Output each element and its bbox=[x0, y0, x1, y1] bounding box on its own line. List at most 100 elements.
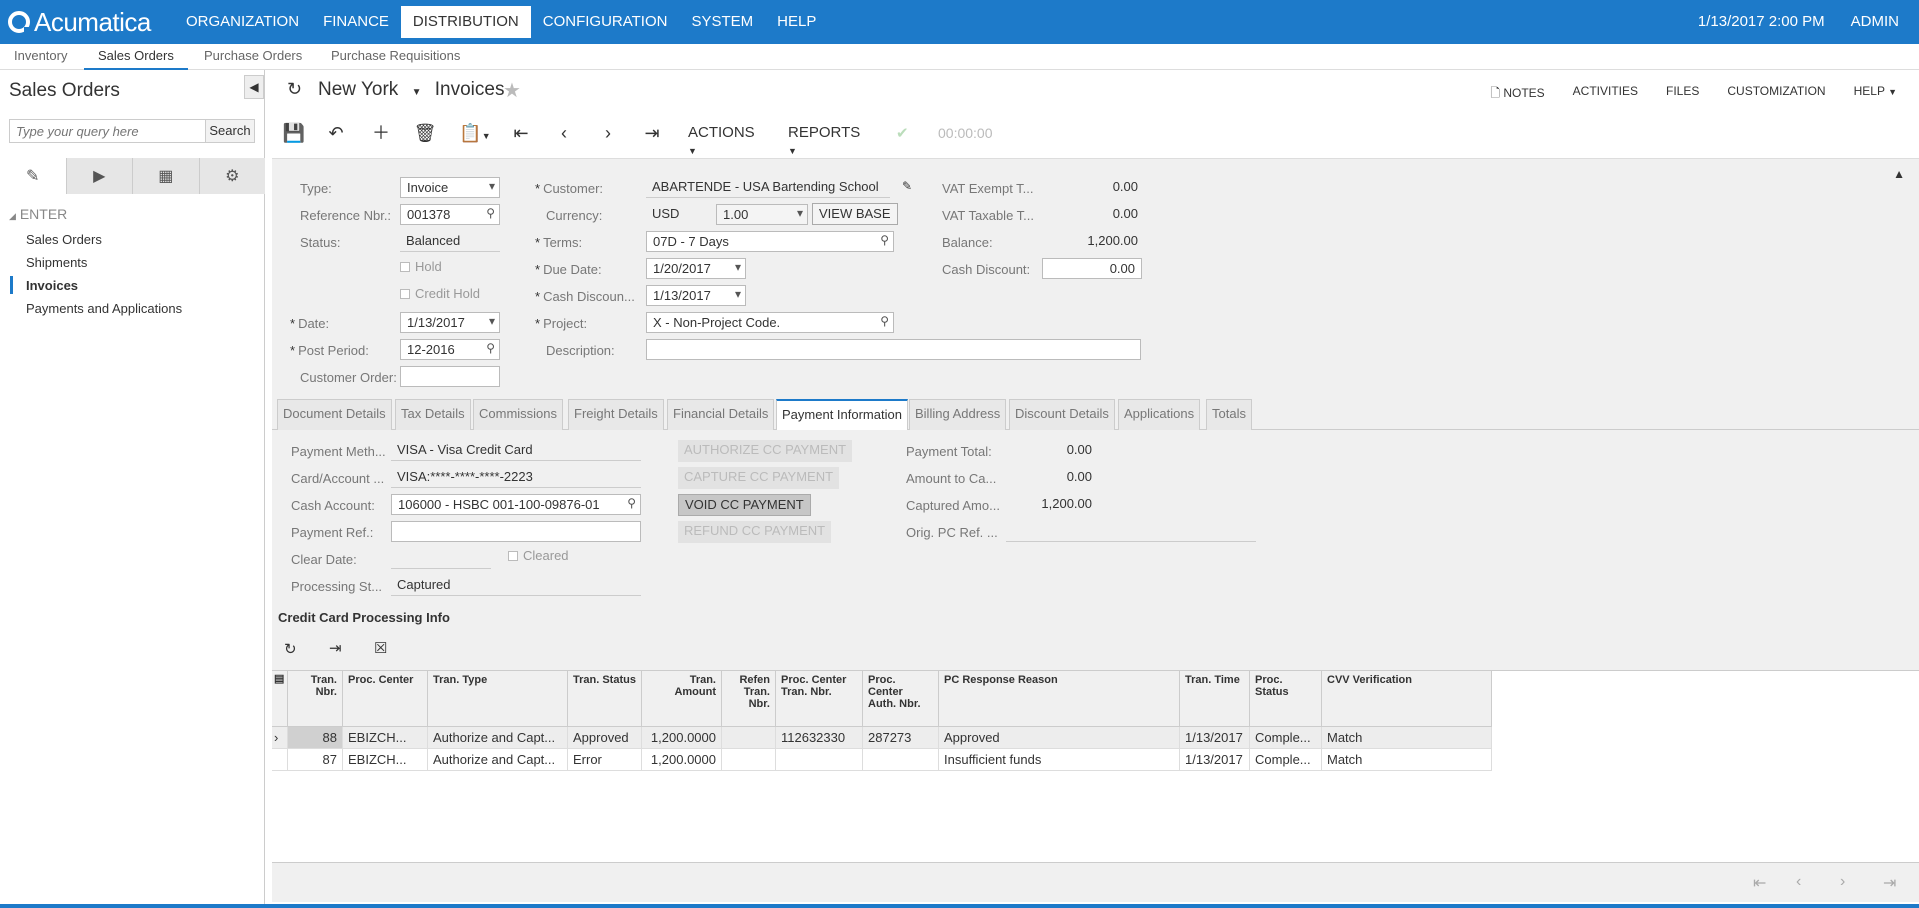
col-tran-amount[interactable]: Tran. Amount bbox=[642, 671, 722, 727]
tab-document-details[interactable]: Document Details bbox=[277, 399, 392, 430]
col-proc-center-auth-nbr[interactable]: Proc. Center Auth. Nbr. bbox=[863, 671, 939, 727]
previous-page-icon[interactable]: ‹ bbox=[1796, 873, 1801, 891]
add-icon[interactable]: ＋ bbox=[369, 120, 393, 146]
menu-distribution[interactable]: DISTRIBUTION bbox=[400, 6, 531, 38]
play-icon[interactable]: ▶ bbox=[65, 158, 132, 194]
actions-menu[interactable]: ACTIONS ▼ bbox=[688, 124, 755, 158]
tab-totals[interactable]: Totals bbox=[1206, 399, 1252, 430]
refund-cc-payment-button[interactable]: REFUND CC PAYMENT bbox=[678, 521, 832, 543]
table-cell[interactable]: Authorize and Capt... bbox=[428, 727, 568, 749]
table-cell[interactable]: Comple... bbox=[1250, 727, 1322, 749]
table-cell[interactable]: Approved bbox=[939, 727, 1180, 749]
table-cell[interactable]: 1,200.0000 bbox=[642, 749, 722, 771]
sidebar-item-shipments[interactable]: Shipments bbox=[26, 255, 87, 270]
col-proc-center[interactable]: Proc. Center bbox=[343, 671, 428, 727]
collapse-sidebar-icon[interactable]: ◀ bbox=[244, 75, 264, 99]
refresh-icon[interactable]: ↻ bbox=[287, 79, 302, 100]
credit-hold-checkbox[interactable]: Credit Hold bbox=[400, 286, 480, 301]
hold-checkbox[interactable]: Hold bbox=[400, 259, 442, 274]
tab-discount-details[interactable]: Discount Details bbox=[1009, 399, 1115, 430]
undo-icon[interactable]: ↶ bbox=[324, 120, 348, 146]
description-field[interactable] bbox=[646, 339, 1141, 360]
tab-commissions[interactable]: Commissions bbox=[473, 399, 564, 430]
collapse-header-icon[interactable]: ▲ bbox=[1893, 167, 1905, 181]
delete-icon[interactable]: 🗑 bbox=[413, 120, 437, 146]
table-cell[interactable]: Comple... bbox=[1250, 749, 1322, 771]
next-page-icon[interactable]: › bbox=[1840, 873, 1845, 891]
col-tran-time[interactable]: Tran. Time bbox=[1180, 671, 1250, 727]
branch-selector[interactable]: New York bbox=[318, 79, 398, 100]
col-pc-response-reason[interactable]: PC Response Reason bbox=[939, 671, 1180, 727]
files-link[interactable]: FILES bbox=[1666, 84, 1699, 105]
menu-configuration[interactable]: CONFIGURATION bbox=[531, 6, 680, 38]
sidebar-item-sales-orders[interactable]: Sales Orders bbox=[26, 232, 102, 247]
table-cell[interactable]: Error bbox=[568, 749, 642, 771]
tab-payment-information[interactable]: Payment Information bbox=[776, 399, 908, 431]
report-icon[interactable]: ▦ bbox=[132, 158, 199, 194]
table-cell[interactable] bbox=[722, 749, 776, 771]
project-field[interactable]: X - Non-Project Code. ⚲ bbox=[646, 312, 894, 333]
capture-cc-payment-button[interactable]: CAPTURE CC PAYMENT bbox=[678, 467, 840, 489]
table-cell[interactable]: 1/13/2017 bbox=[1180, 727, 1250, 749]
tab-financial-details[interactable]: Financial Details bbox=[667, 399, 775, 430]
table-cell[interactable]: 287273 bbox=[863, 727, 939, 749]
row-selector-arrow-icon[interactable]: › bbox=[272, 727, 288, 749]
module-tab-purchase-orders[interactable]: Purchase Orders bbox=[190, 44, 316, 70]
card-account-value[interactable]: VISA:****-****-****-2223 bbox=[391, 467, 641, 488]
help-link[interactable]: HELP ▼ bbox=[1854, 84, 1897, 105]
col-tran-nbr[interactable]: Tran. Nbr. bbox=[288, 671, 343, 727]
table-cell[interactable] bbox=[722, 727, 776, 749]
business-date[interactable]: 1/13/2017 2:00 PM bbox=[1698, 6, 1825, 38]
currency-rate-field[interactable]: 1.00 ▾ bbox=[716, 204, 808, 225]
col-tran-status[interactable]: Tran. Status bbox=[568, 671, 642, 727]
edit-pencil-icon[interactable]: ✎ bbox=[902, 179, 912, 193]
first-record-icon[interactable]: ⇤ bbox=[509, 120, 533, 146]
cash-discount-field[interactable]: 0.00 bbox=[1042, 258, 1142, 279]
table-cell[interactable]: 87 bbox=[288, 749, 343, 771]
module-tab-purchase-requisitions[interactable]: Purchase Requisitions bbox=[317, 44, 474, 70]
sidebar-section-enter[interactable]: ◢ ENTER bbox=[9, 206, 67, 222]
terms-field[interactable]: 07D - 7 Days ⚲ bbox=[646, 231, 894, 252]
tab-billing-address[interactable]: Billing Address bbox=[909, 399, 1007, 430]
table-cell[interactable]: Approved bbox=[568, 727, 642, 749]
due-date-field[interactable]: 1/20/2017 ▾ bbox=[646, 258, 746, 279]
customer-order-field[interactable] bbox=[400, 366, 500, 387]
table-cell[interactable]: Match bbox=[1322, 749, 1492, 771]
customization-link[interactable]: CUSTOMIZATION bbox=[1727, 84, 1825, 105]
col-tran-type[interactable]: Tran. Type bbox=[428, 671, 568, 727]
first-page-icon[interactable]: ⇤ bbox=[1753, 873, 1766, 893]
table-cell[interactable]: Insufficient funds bbox=[939, 749, 1180, 771]
acumatica-logo[interactable]: Acumatica bbox=[8, 6, 151, 38]
table-cell[interactable]: 88 bbox=[288, 727, 343, 749]
favorite-star-icon[interactable]: ★ bbox=[503, 78, 521, 103]
authorize-cc-payment-button[interactable]: AUTHORIZE CC PAYMENT bbox=[678, 440, 853, 462]
table-cell[interactable]: EBIZCH... bbox=[343, 727, 428, 749]
table-cell[interactable]: 112632330 bbox=[776, 727, 863, 749]
table-cell[interactable]: 1/13/2017 bbox=[1180, 749, 1250, 771]
col-refen-tran-nbr[interactable]: Refen Tran. Nbr. bbox=[722, 671, 776, 727]
last-page-icon[interactable]: ⇥ bbox=[1883, 873, 1896, 893]
table-cell[interactable] bbox=[863, 749, 939, 771]
next-record-icon[interactable]: › bbox=[596, 120, 620, 146]
notes-link[interactable]: 🗋 NOTES bbox=[1490, 84, 1544, 105]
payment-method-value[interactable]: VISA - Visa Credit Card bbox=[391, 440, 641, 461]
tab-tax-details[interactable]: Tax Details bbox=[395, 399, 471, 430]
reference-nbr-field[interactable]: 001378 ⚲ bbox=[400, 204, 500, 225]
view-base-button[interactable]: VIEW BASE bbox=[812, 203, 898, 225]
table-cell[interactable]: Match bbox=[1322, 727, 1492, 749]
edit-pencil-icon[interactable]: ✎ bbox=[0, 158, 66, 194]
date-field[interactable]: 1/13/2017 ▾ bbox=[400, 312, 500, 333]
gear-icon[interactable]: ⚙ bbox=[198, 158, 265, 194]
table-cell[interactable] bbox=[776, 749, 863, 771]
search-icon[interactable]: ⚲ bbox=[880, 233, 889, 247]
search-icon[interactable]: ⚲ bbox=[486, 341, 495, 355]
cash-discount-date-field[interactable]: 1/13/2017 ▾ bbox=[646, 285, 746, 306]
post-period-field[interactable]: 12-2016 ⚲ bbox=[400, 339, 500, 360]
tab-freight-details[interactable]: Freight Details bbox=[568, 399, 664, 430]
search-icon[interactable]: ⚲ bbox=[627, 496, 636, 510]
menu-finance[interactable]: FINANCE bbox=[311, 6, 401, 38]
table-cell[interactable]: EBIZCH... bbox=[343, 749, 428, 771]
activities-link[interactable]: ACTIVITIES bbox=[1573, 84, 1638, 105]
col-proc-status[interactable]: Proc. Status bbox=[1250, 671, 1322, 727]
table-cell[interactable]: 1,200.0000 bbox=[642, 727, 722, 749]
